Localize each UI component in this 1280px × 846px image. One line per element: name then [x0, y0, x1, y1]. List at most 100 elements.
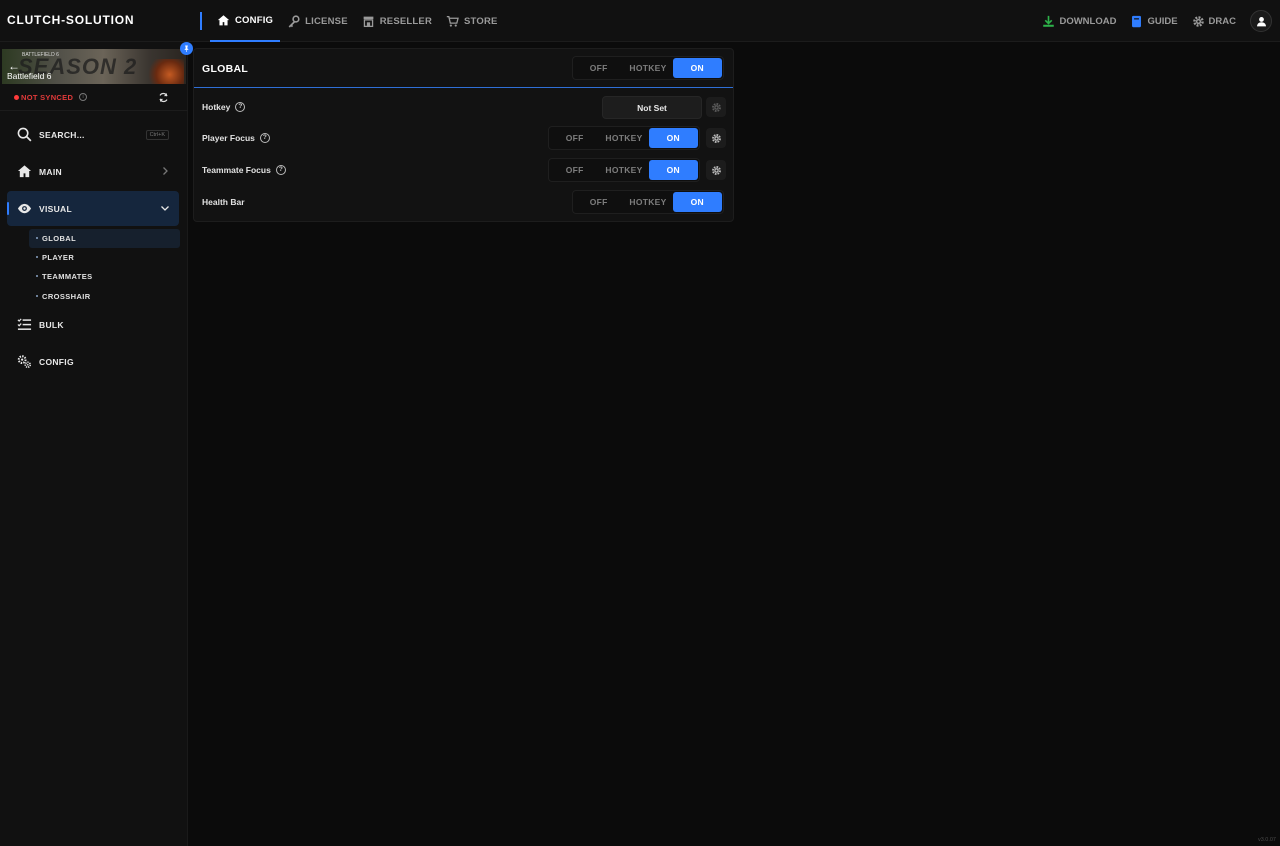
nav-license[interactable]: LICENSE [280, 0, 355, 42]
sync-status-text: NOT SYNCED [21, 93, 74, 102]
nav-config-label: CONFIG [235, 14, 274, 26]
global-mode-toggle[interactable]: OFF HOTKEY ON [572, 56, 724, 80]
sidebar-subitem-crosshair-label: CROSSHAIR [42, 292, 91, 301]
sync-status-row: NOT SYNCED i [0, 85, 188, 111]
hotkey-row-label: Hotkey ? [202, 102, 246, 112]
toggle-hotkey[interactable]: HOTKEY [599, 160, 648, 180]
sidebar-item-bulk-label: BULK [39, 320, 64, 330]
guide-label: GUIDE [1147, 15, 1178, 27]
sidebar: BATTLEFIELD 6 SEASON 2 ← Battlefield 6 N… [0, 42, 193, 846]
sidebar-item-main[interactable]: MAIN [7, 154, 179, 189]
toggle-off[interactable]: OFF [550, 128, 599, 148]
toggle-on[interactable]: ON [648, 160, 698, 180]
sidebar-item-visual-label: VISUAL [39, 204, 72, 214]
search-shortcut: Ctrl+K [145, 130, 169, 140]
teammate-focus-settings-button[interactable] [706, 160, 726, 180]
user-icon [1256, 16, 1266, 26]
health-bar-row-label: Health Bar [202, 197, 245, 207]
nav-license-label: LICENSE [305, 15, 348, 27]
sidebar-subitem-global[interactable]: GLOBAL [29, 229, 180, 248]
sidebar-subitem-teammates-label: TEAMMATES [42, 272, 93, 281]
hotkey-settings-button[interactable] [706, 97, 726, 117]
key-icon [288, 14, 300, 28]
player-focus-toggle[interactable]: OFF HOTKEY ON [548, 126, 700, 150]
chevron-right-icon [163, 167, 168, 175]
top-separator [200, 12, 202, 30]
gear-icon [711, 133, 721, 143]
toggle-off[interactable]: OFF [550, 160, 599, 180]
teammate-focus-row-label: Teammate Focus ? [202, 165, 286, 175]
teammate-focus-label: Teammate Focus [202, 165, 271, 175]
cart-icon [446, 15, 459, 27]
brand-logo: CLUTCH-SOLUTION [7, 13, 135, 27]
sidebar-subitem-global-label: GLOBAL [42, 234, 77, 243]
nav-config[interactable]: CONFIG [210, 0, 281, 42]
nav-store-label: STORE [464, 15, 498, 27]
player-focus-row-label: Player Focus ? [202, 133, 270, 143]
checklist-icon [17, 318, 32, 330]
toggle-off[interactable]: OFF [574, 192, 623, 212]
game-name: Battlefield 6 [7, 71, 52, 81]
gear-icon [711, 165, 721, 175]
sync-dot [14, 95, 19, 100]
bullet [36, 295, 38, 297]
search-icon [17, 127, 32, 142]
panel-header: GLOBAL OFF HOTKEY ON [194, 49, 733, 88]
nav-reseller[interactable]: RESELLER [355, 0, 439, 42]
banner-art [148, 59, 184, 84]
gear-icon [1192, 15, 1204, 27]
sidebar-subitem-teammates[interactable]: TEAMMATES [29, 267, 180, 286]
sidebar-subitem-player[interactable]: PLAYER [29, 248, 180, 267]
hotkey-label: Hotkey [202, 102, 231, 112]
player-focus-label: Player Focus [202, 133, 255, 143]
toggle-hotkey[interactable]: HOTKEY [599, 128, 648, 148]
toggle-hotkey[interactable]: HOTKEY [623, 58, 672, 78]
download-button[interactable]: DOWNLOAD [1042, 15, 1116, 28]
toggle-on[interactable]: ON [672, 192, 722, 212]
toggle-on[interactable]: ON [672, 58, 722, 78]
book-icon [1132, 15, 1142, 27]
help-icon[interactable]: ? [235, 102, 246, 112]
sidebar-item-config[interactable]: CONFIG [7, 344, 179, 379]
gears-icon [17, 355, 32, 369]
toggle-hotkey[interactable]: HOTKEY [623, 192, 672, 212]
refresh-icon[interactable] [158, 92, 169, 103]
health-bar-toggle[interactable]: OFF HOTKEY ON [572, 190, 724, 214]
sidebar-item-bulk[interactable]: BULK [7, 307, 179, 342]
sidebar-item-config-label: CONFIG [39, 357, 74, 367]
toggle-on[interactable]: ON [648, 128, 698, 148]
global-settings-panel: GLOBAL OFF HOTKEY ON Hotkey ? Not Set Pl… [193, 48, 734, 222]
gear-icon [711, 102, 721, 112]
user-name: DRAC [1208, 15, 1236, 27]
search-label: SEARCH... [39, 130, 85, 140]
home-icon [217, 14, 230, 25]
home-icon [17, 165, 32, 178]
settings-button[interactable]: DRAC [1192, 15, 1236, 28]
sidebar-search[interactable]: SEARCH... Ctrl+K [7, 117, 179, 152]
info-icon[interactable]: i [79, 93, 87, 101]
nav-reseller-label: RESELLER [379, 15, 433, 27]
guide-button[interactable]: GUIDE [1130, 15, 1178, 28]
sidebar-subitem-player-label: PLAYER [42, 253, 75, 262]
teammate-focus-toggle[interactable]: OFF HOTKEY ON [548, 158, 700, 182]
game-banner[interactable]: BATTLEFIELD 6 SEASON 2 ← Battlefield 6 [2, 49, 186, 84]
sidebar-subitem-crosshair[interactable]: CROSSHAIR [29, 287, 180, 306]
eye-icon [17, 203, 32, 214]
store-icon [363, 16, 374, 27]
sidebar-item-visual[interactable]: VISUAL [7, 191, 179, 226]
help-icon[interactable]: ? [259, 133, 270, 143]
hotkey-bind-button[interactable]: Not Set [602, 96, 702, 119]
player-focus-settings-button[interactable] [706, 128, 726, 148]
avatar[interactable] [1250, 10, 1272, 32]
panel-title: GLOBAL [202, 63, 249, 75]
bullet [36, 275, 38, 277]
top-right-nav: DOWNLOAD GUIDE DRAC [1042, 0, 1272, 42]
help-icon[interactable]: ? [275, 165, 286, 175]
pin-button[interactable] [180, 42, 193, 55]
bullet [36, 237, 38, 239]
sidebar-item-main-label: MAIN [39, 167, 62, 177]
nav-store[interactable]: STORE [439, 0, 505, 42]
toggle-off[interactable]: OFF [574, 58, 623, 78]
download-label: DOWNLOAD [1059, 15, 1117, 27]
download-icon [1043, 15, 1055, 27]
